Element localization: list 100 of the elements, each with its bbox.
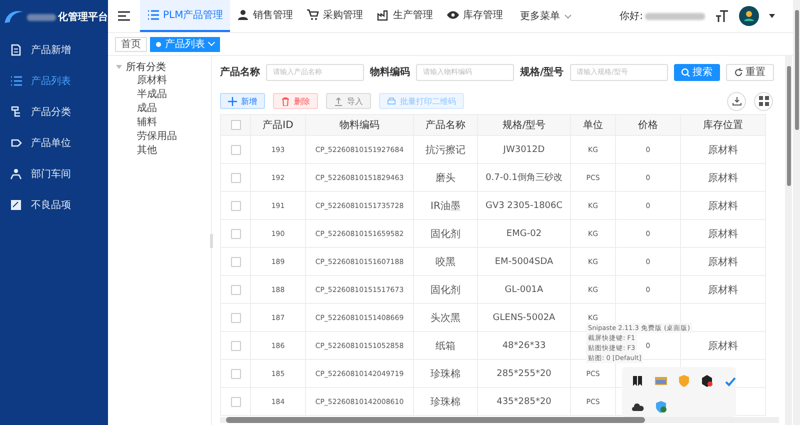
table-cell: 珍珠棉 — [414, 360, 478, 388]
table-cell: EM-5004SDA — [478, 248, 570, 276]
checkbox[interactable] — [230, 340, 240, 350]
cloud-icon[interactable] — [632, 401, 644, 413]
note-icon — [10, 198, 22, 210]
app-title: 化管理平台 — [58, 10, 108, 24]
checkbox[interactable] — [230, 368, 240, 378]
chevron-icon — [564, 14, 572, 18]
more-menu[interactable]: 更多菜单 — [520, 9, 572, 23]
checkbox[interactable] — [230, 256, 240, 266]
trash-icon — [281, 96, 290, 106]
avatar-icon[interactable] — [739, 6, 759, 26]
table-cell: JW3012D — [478, 136, 570, 164]
tree-node[interactable]: 所有分类 — [116, 60, 211, 74]
sidebar-item[interactable]: 产品新增 — [0, 34, 108, 65]
checkbox[interactable] — [230, 312, 240, 322]
eye-icon — [447, 9, 460, 21]
table-cell: 头次黑 — [414, 304, 478, 332]
checkbox[interactable] — [230, 144, 240, 154]
menu-icon[interactable] — [118, 11, 130, 21]
page-tab[interactable]: 首页 — [115, 36, 147, 52]
tag-icon — [10, 136, 22, 148]
nav-tab[interactable]: 库存管理 — [440, 0, 510, 32]
table-cell: 抗污擦记 — [414, 136, 478, 164]
table-cell: 咬黑 — [414, 248, 478, 276]
columns-button[interactable] — [754, 92, 773, 110]
checkbox[interactable] — [230, 120, 240, 130]
shield-icon[interactable] — [678, 375, 690, 387]
download-button[interactable] — [727, 92, 746, 110]
blurred-text — [645, 12, 705, 20]
person-icon — [237, 9, 250, 21]
column-header: 规格/型号 — [478, 114, 570, 136]
nav-tab[interactable]: PLM产品管理 — [140, 0, 230, 32]
field-label: 规格/型号 — [520, 66, 564, 79]
table-cell: EMG-02 — [478, 220, 570, 248]
table-cell: GV3 2305-1806C — [478, 192, 570, 220]
blurred-text — [27, 14, 56, 20]
table-cell: 固化剂 — [414, 220, 478, 248]
cube-icon[interactable] — [701, 375, 713, 387]
table-cell: GLENS-5002A — [478, 304, 570, 332]
checkbox[interactable] — [230, 228, 240, 238]
tree-node[interactable]: 半成品 — [116, 88, 211, 102]
caret-icon[interactable] — [769, 14, 775, 18]
column-header: 产品ID — [250, 114, 306, 136]
sidebar-item[interactable]: 不良品项 — [0, 189, 108, 220]
table-cell: 原材料 — [680, 276, 766, 304]
font-size-icon[interactable] — [715, 10, 729, 22]
checkbox[interactable] — [230, 284, 240, 294]
nav-tab[interactable]: 销售管理 — [230, 0, 300, 32]
column-header: 价格 — [616, 114, 680, 136]
factory-icon — [377, 9, 390, 21]
table-cell: 纸箱 — [414, 332, 478, 360]
plus-icon — [228, 96, 237, 106]
check-icon[interactable] — [724, 375, 736, 387]
nav-tab[interactable]: 采购管理 — [300, 0, 370, 32]
sidebar-item[interactable]: 产品单位 — [0, 127, 108, 158]
column-header: 物料编码 — [306, 114, 414, 136]
horizontal-scrollbar[interactable] — [220, 417, 779, 423]
logo-icon — [3, 8, 26, 26]
document-icon — [10, 44, 22, 56]
checkbox[interactable] — [230, 200, 240, 210]
vertical-scrollbar[interactable] — [785, 56, 792, 425]
printer-icon — [387, 96, 396, 106]
add-button[interactable]: 新增 — [220, 93, 265, 109]
bookmark-icon[interactable] — [632, 375, 644, 387]
table-cell: 0.7-0.1倒角三砂改 — [478, 164, 570, 192]
table-cell: 48*26*33 — [478, 332, 570, 360]
column-header: 产品名称 — [414, 114, 478, 136]
splitter-handle[interactable] — [210, 234, 213, 248]
sidebar-item[interactable]: 产品分类 — [0, 96, 108, 127]
list-icon — [10, 74, 22, 86]
vertical-scrollbar[interactable] — [793, 0, 800, 425]
sidebar-item[interactable]: 产品列表 — [0, 65, 108, 96]
window-icon[interactable] — [655, 375, 667, 387]
table-cell: 原材料 — [680, 220, 766, 248]
hierarchy-icon — [10, 106, 22, 118]
table-cell: 435*285*20 — [478, 388, 570, 416]
shield-check-icon[interactable] — [655, 401, 667, 413]
cart-icon — [307, 9, 320, 21]
greeting: 你好: — [620, 10, 643, 23]
checkbox[interactable] — [230, 172, 240, 182]
list-icon — [147, 9, 159, 21]
tree-node[interactable]: 其他 — [116, 144, 211, 158]
tree-node[interactable]: 辅料 — [116, 116, 211, 130]
search-icon — [680, 68, 690, 76]
table-cell: 固化剂 — [414, 276, 478, 304]
checkbox[interactable] — [230, 396, 240, 406]
people-icon — [10, 168, 22, 180]
sidebar-item[interactable]: 部门车间 — [0, 158, 108, 189]
table-cell: 原材料 — [680, 136, 766, 164]
tree-node[interactable]: 原材料 — [116, 74, 211, 88]
refresh-icon — [734, 68, 743, 76]
table-cell: 原材料 — [680, 192, 766, 220]
reset-button[interactable]: 重置 — [726, 64, 774, 80]
tree-node[interactable]: 成品 — [116, 102, 211, 116]
upload-icon — [334, 96, 343, 106]
field-label: 物料编码 — [370, 66, 410, 79]
nav-tab[interactable]: 生产管理 — [370, 0, 440, 32]
tree-node[interactable]: 劳保用品 — [116, 130, 211, 144]
download-icon — [732, 96, 742, 106]
